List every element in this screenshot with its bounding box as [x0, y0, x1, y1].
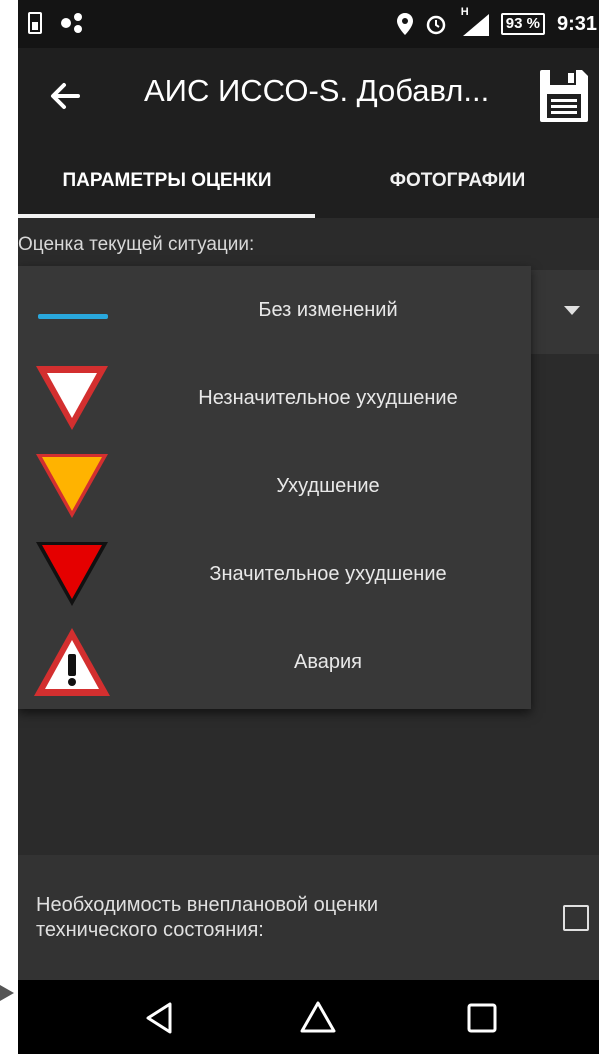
blue-line-icon — [38, 314, 108, 319]
option-significant-deterioration[interactable]: Значительное ухудшение — [18, 530, 531, 618]
option-minor-deterioration[interactable]: Незначительное ухудшение — [18, 354, 531, 442]
orange-triangle-icon — [36, 454, 108, 518]
red-triangle-icon — [36, 542, 108, 606]
recents-nav-icon[interactable] — [462, 998, 502, 1038]
option-label: Незначительное ухудшение — [198, 387, 458, 409]
sync-icon — [61, 13, 82, 33]
location-icon — [396, 13, 413, 35]
battery-indicator: 93 % — [500, 13, 545, 35]
evaluation-label: Оценка текущей ситуации: — [18, 234, 255, 255]
unplanned-assessment-label: Необходимость внеплановой оценки техниче… — [36, 894, 379, 941]
white-triangle-icon — [36, 366, 108, 430]
dropdown-arrow-icon[interactable] — [564, 306, 580, 315]
floppy-disk-icon[interactable] — [538, 68, 590, 124]
unplanned-assessment-row: Необходимость внеплановой оценки техниче… — [18, 855, 599, 980]
signal-icon — [462, 14, 489, 36]
tab-photos[interactable]: ФОТОГРАФИИ — [316, 144, 599, 218]
navigation-bar — [18, 980, 599, 1054]
app-title: АИС ИССО-S. Добавл... — [144, 73, 490, 108]
option-no-change[interactable]: Без изменений — [18, 266, 531, 354]
option-deterioration[interactable]: Ухудшение — [18, 442, 531, 530]
active-tab-indicator — [18, 214, 315, 218]
app-bar: АИС ИССО-S. Добавл... — [18, 48, 599, 144]
tab-bar: ПАРАМЕТРЫ ОЦЕНКИ ФОТОГРАФИИ — [18, 144, 599, 218]
home-nav-icon[interactable] — [298, 998, 338, 1038]
phone-screen: H 93 % 9:31 АИС ИССО-S. Добавл... ПАРАМЕ… — [18, 0, 599, 1054]
pointer-arrow-icon — [0, 985, 14, 1001]
option-label: Значительное ухудшение — [209, 563, 447, 585]
back-nav-icon[interactable] — [140, 998, 180, 1038]
warning-triangle-icon — [34, 628, 110, 696]
evaluation-dropdown-menu: Без изменений Незначительное ухудшение У… — [18, 266, 531, 709]
alarm-icon — [426, 15, 446, 35]
unplanned-assessment-checkbox[interactable] — [563, 905, 589, 931]
option-label: Без изменений — [258, 299, 398, 321]
option-emergency[interactable]: Авария — [18, 618, 531, 706]
status-bar: H 93 % 9:31 — [18, 0, 599, 48]
option-label: Ухудшение — [276, 475, 380, 497]
tab-evaluation-params[interactable]: ПАРАМЕТРЫ ОЦЕНКИ — [18, 144, 316, 218]
option-label: Авария — [294, 651, 362, 673]
clock: 9:31 — [556, 12, 597, 35]
sim-icon — [28, 12, 42, 34]
arrow-left-icon[interactable] — [48, 74, 92, 118]
